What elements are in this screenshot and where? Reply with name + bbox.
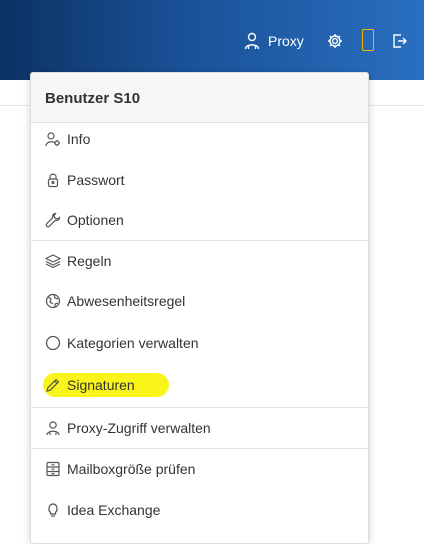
- user-menu-dropdown: Benutzer S10 Info Passwort Optionen Rege…: [30, 72, 369, 544]
- proxy-label: Proxy: [268, 33, 304, 49]
- menu-item-label: Proxy-Zugriff verwalten: [67, 420, 211, 436]
- pencil-icon: [45, 377, 61, 393]
- menu-item-label: Signaturen: [67, 377, 135, 393]
- menu-item-label: Kategorien verwalten: [67, 335, 199, 351]
- menu-item-label: Mailboxgröße prüfen: [67, 461, 196, 477]
- menu-item-label: Regeln: [67, 253, 112, 269]
- menu-item-label: Optionen: [67, 212, 124, 228]
- proxy-button[interactable]: Proxy: [244, 30, 304, 52]
- wrench-icon: [45, 212, 61, 228]
- layers-icon: [45, 253, 61, 269]
- user-settings-icon: [45, 131, 61, 147]
- menu-item-passwort[interactable]: Passwort: [31, 160, 368, 200]
- proxy-user-icon: [244, 32, 260, 50]
- menu-item-kategorien-verwalten[interactable]: Kategorien verwalten: [31, 323, 368, 363]
- menu-item-label: Info: [67, 131, 91, 147]
- menu-item-regeln[interactable]: Regeln: [31, 241, 368, 281]
- menu-item-proxy-zugriff-verwalten[interactable]: Proxy-Zugriff verwalten: [31, 408, 368, 448]
- menu-item-label: Passwort: [67, 172, 125, 188]
- menu-item-mailboxgroesse-pruefen[interactable]: Mailboxgröße prüfen: [31, 449, 368, 489]
- lightbulb-icon: [45, 502, 61, 518]
- menu-item-label: Idea Exchange: [67, 502, 161, 518]
- circle-icon: [45, 335, 61, 351]
- lock-icon: [45, 172, 61, 188]
- user-icon: [45, 420, 61, 436]
- logout-icon: [392, 33, 408, 49]
- menu-item-optionen[interactable]: Optionen: [31, 200, 368, 240]
- settings-button[interactable]: [327, 30, 343, 52]
- menu-item-info[interactable]: Info: [31, 119, 368, 159]
- menu-header: Benutzer S10: [31, 73, 368, 123]
- mailbox-size-icon: [45, 461, 61, 477]
- globe-icon: [45, 293, 61, 309]
- top-bar: Proxy: [0, 0, 424, 80]
- device-icon[interactable]: [362, 29, 374, 51]
- gear-icon: [327, 33, 343, 49]
- menu-item-idea-exchange[interactable]: Idea Exchange: [31, 490, 368, 530]
- menu-item-signaturen[interactable]: Signaturen: [31, 365, 368, 405]
- logout-button[interactable]: [392, 30, 408, 52]
- menu-item-abwesenheitsregel[interactable]: Abwesenheitsregel: [31, 281, 368, 321]
- menu-title: Benutzer S10: [45, 90, 141, 107]
- menu-item-label: Abwesenheitsregel: [67, 293, 186, 309]
